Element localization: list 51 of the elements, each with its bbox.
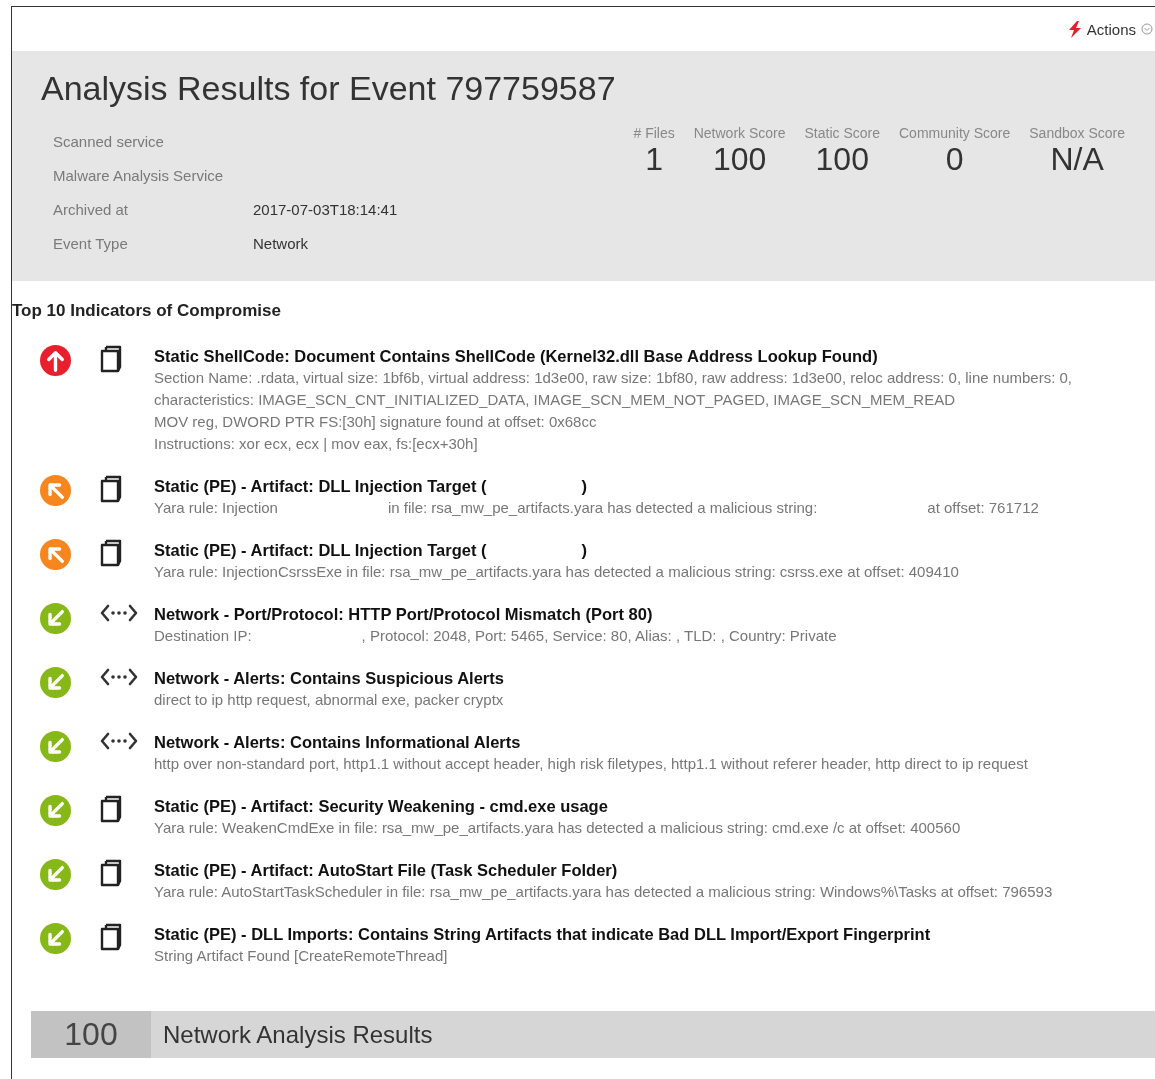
- info-label: Archived at: [53, 201, 130, 220]
- indicator-title: Network - Alerts: Contains Informational Alerts: [154, 732, 521, 753]
- indicator-detail: direct to ip http request, abnormal exe, packer cryptx: [154, 690, 504, 710]
- actions-menu-button[interactable]: Actions: [1067, 20, 1153, 38]
- indicator-detail: Yara rule: Injection: [154, 498, 278, 518]
- section-heading: Top 10 Indicators of Compromise: [12, 301, 282, 321]
- indicator-title: Network - Port/Protocol: HTTP Port/Protocol Mismatch (Port 80): [154, 604, 653, 625]
- indicator-detail: MOV reg, DWORD PTR FS:[30h] signature found at offset: 0x68cc: [154, 412, 597, 432]
- network-arrows-icon: [100, 603, 138, 623]
- score-value: 1: [645, 141, 663, 177]
- indicator-title: Static (PE) - Artifact: Security Weakening - cmd.exe usage: [154, 796, 608, 817]
- info-value: Network: [253, 235, 309, 254]
- score-label: Sandbox Score: [1029, 125, 1125, 141]
- indicator-detail: Yara rule: WeakenCmdExe in file: rsa_mw_pe_artifacts.yara has detected a malicious string: cmd.exe /c at offset: 400560: [154, 818, 961, 838]
- score-label: # Files: [633, 125, 675, 141]
- score-label: Static Score: [804, 125, 880, 141]
- indicator-title: ): [581, 540, 587, 561]
- section-score: 100: [31, 1011, 151, 1058]
- network-arrows-icon: [100, 667, 138, 687]
- page-title: Analysis Results for Event 797759587: [41, 69, 617, 109]
- indicator-detail: Destination IP:: [154, 626, 252, 646]
- indicator-title: Network - Alerts: Contains Suspicious Alerts: [154, 668, 504, 689]
- score-label: Network Score: [693, 125, 786, 141]
- indicator-detail: in file: rsa_mw_pe_artifacts.yara has detected a malicious string:: [387, 498, 818, 518]
- score-value: 0: [945, 141, 964, 177]
- indicator-detail: http over non-standard port, http1.1 without accept header, high risk filetypes, http1.1 without referer header, http direct to ip request: [154, 754, 1028, 774]
- score-label: Community Score: [899, 125, 1011, 141]
- indicator-detail: Yara rule: InjectionCsrssExe in file: rsa_mw_pe_artifacts.yara has detected a malicious string: csrss.exe at offset: 409410: [154, 562, 959, 582]
- indicator-title: Static (PE) - DLL Imports: Contains String Artifacts that indicate Bad DLL Import/Export Fingerprint: [154, 924, 931, 945]
- indicator-detail: Section Name: .rdata, virtual size: 1bf6b, virtual address: 1d3e00, raw size: 1bf80, raw address: 1d3e00, reloc address: 0, line numbers: 0, characteristics: IMAGE_SCN_CNT_INITIALIZED_DATA, IMAGE_SCN_MEM_NOT_PAGED, IMAGE_SCN_MEM_READ: [154, 368, 1073, 410]
- score-value: N/A: [1050, 141, 1104, 177]
- indicator-detail: String Artifact Found [CreateRemoteThread]: [154, 946, 448, 966]
- score-value: 100: [712, 141, 767, 177]
- indicator-detail: at offset: 761712: [927, 498, 1039, 518]
- indicator-title: Static (PE) - Artifact: DLL Injection Target (: [154, 540, 487, 561]
- info-label: Scanned service: [53, 133, 165, 152]
- info-label: Malware Analysis Service: [53, 167, 225, 186]
- indicator-title: Static (PE) - Artifact: AutoStart File (Task Scheduler Folder): [154, 860, 618, 881]
- indicator-detail: Yara rule: AutoStartTaskScheduler in file: rsa_mw_pe_artifacts.yara has detected a malicious string: Windows%\Tasks at offset: 796593: [154, 882, 1053, 902]
- lightning-icon: [1067, 20, 1082, 38]
- info-label: Event Type: [53, 235, 129, 254]
- network-arrows-icon: [100, 731, 138, 751]
- indicator-detail: Instructions: xor ecx, ecx | mov eax, fs:[ecx+30h]: [154, 434, 478, 454]
- indicator-title: Static (PE) - Artifact: DLL Injection Target (: [154, 476, 487, 497]
- indicator-title: Static ShellCode: Document Contains ShellCode (Kernel32.dll Base Address Lookup Found): [154, 346, 878, 367]
- section-title: Network Analysis Results: [162, 1019, 433, 1050]
- chevron-down-icon: [1141, 23, 1153, 35]
- score-value: 100: [815, 141, 869, 177]
- info-value: 2017-07-03T18:14:41: [253, 201, 398, 220]
- indicator-title: ): [581, 476, 587, 497]
- indicator-detail: , Protocol: 2048, Port: 5465, Service: 80, Alias: , TLD: , Country: Private: [361, 626, 837, 646]
